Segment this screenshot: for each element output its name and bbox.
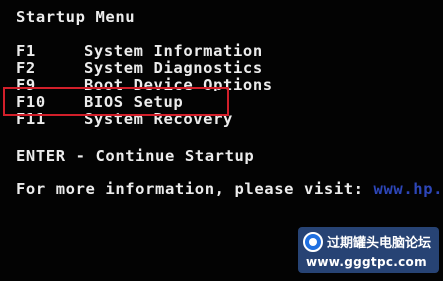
watermark: 过期罐头电脑论坛 www.gggtpc.com xyxy=(298,227,439,273)
menu-item-key: F2 xyxy=(16,59,36,77)
info-text: For more information, please visit: xyxy=(16,180,374,198)
bios-startup-screen: Startup Menu F1 System Information F2 Sy… xyxy=(0,0,443,281)
watermark-url: www.gggtpc.com xyxy=(306,255,427,269)
forum-logo-icon xyxy=(303,232,323,252)
menu-title: Startup Menu xyxy=(16,8,136,26)
menu-item-label: System Information xyxy=(84,42,263,60)
watermark-title: 过期罐头电脑论坛 xyxy=(327,236,432,251)
highlight-box xyxy=(3,87,229,116)
menu-item-key: F1 xyxy=(16,42,36,60)
info-line: For more information, please visit: www.… xyxy=(16,181,443,198)
info-url[interactable]: www.hp.c xyxy=(374,180,443,198)
continue-startup-line[interactable]: ENTER - Continue Startup xyxy=(16,148,254,165)
menu-item-label: System Diagnostics xyxy=(84,59,263,77)
